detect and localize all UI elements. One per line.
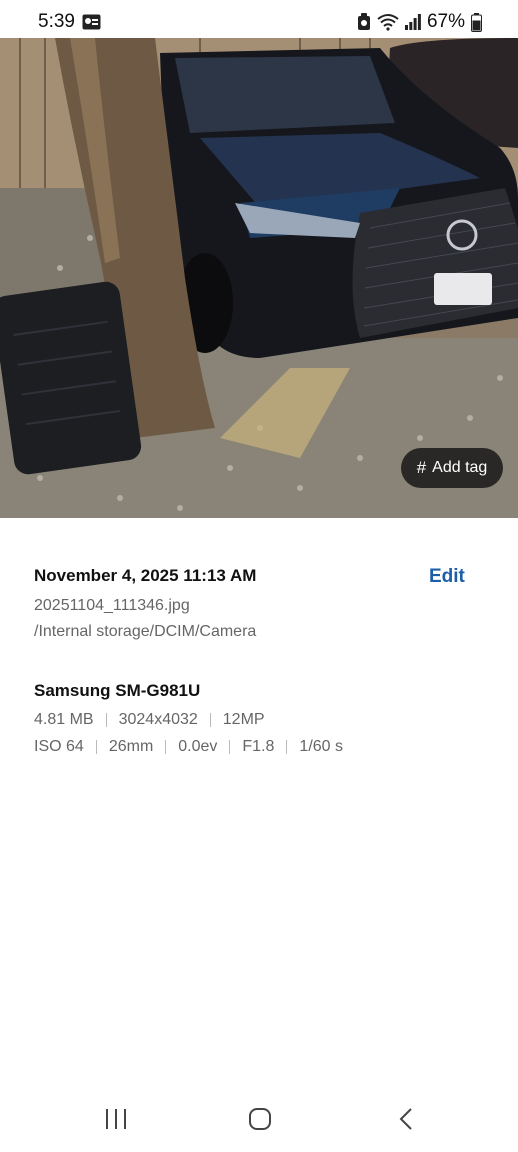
exposure-value: 0.0ev (178, 738, 218, 755)
battery-percent: 67% (426, 11, 465, 32)
file-size: 4.81 MB (34, 711, 94, 728)
status-indicators: 67% (357, 11, 482, 33)
recents-button[interactable] (96, 1104, 136, 1134)
photo-datetime: November 4, 2025 11:13 AM (34, 566, 257, 585)
add-tag-label: Add tag (432, 459, 488, 476)
photo-preview[interactable]: # Add tag (0, 38, 518, 518)
megapixels: 12MP (222, 711, 265, 728)
focal-length: 26mm (108, 738, 154, 755)
photo-image (0, 38, 518, 518)
back-button[interactable] (386, 1104, 426, 1134)
camera-specs-row: ISO 64 26mm 0.0ev F1.8 1/60 s (34, 738, 343, 756)
iso-value: ISO 64 (34, 738, 84, 755)
divider (105, 713, 107, 727)
shutter-speed: 1/60 s (299, 738, 344, 755)
wifi-icon (377, 13, 399, 31)
photo-filepath: /Internal storage/DCIM/Camera (34, 623, 257, 640)
divider (286, 740, 288, 754)
add-tag-button[interactable]: # Add tag (401, 448, 503, 488)
system-nav-bar (0, 1090, 518, 1152)
file-specs-row: 4.81 MB 3024x4032 12MP (34, 711, 265, 729)
divider (95, 740, 97, 754)
photo-filename: 20251104_111346.jpg (34, 597, 190, 614)
alarm-icon (357, 13, 371, 31)
home-icon (249, 1108, 271, 1130)
status-time: 5:39 (38, 11, 75, 32)
resolution: 3024x4032 (118, 711, 198, 728)
edit-button[interactable]: Edit (429, 566, 465, 588)
battery-icon (471, 12, 482, 32)
divider (165, 740, 167, 754)
device-name: Samsung SM-G981U (34, 681, 201, 700)
home-button[interactable] (240, 1104, 280, 1134)
aperture: F1.8 (242, 738, 275, 755)
recents-icon (106, 1109, 126, 1129)
status-bar: 5:39 67% (0, 0, 518, 40)
notification-app-icon (82, 14, 101, 35)
hash-icon: # (416, 458, 427, 477)
divider (209, 713, 211, 727)
divider (229, 740, 231, 754)
signal-icon (404, 14, 421, 30)
back-icon (399, 1108, 412, 1130)
